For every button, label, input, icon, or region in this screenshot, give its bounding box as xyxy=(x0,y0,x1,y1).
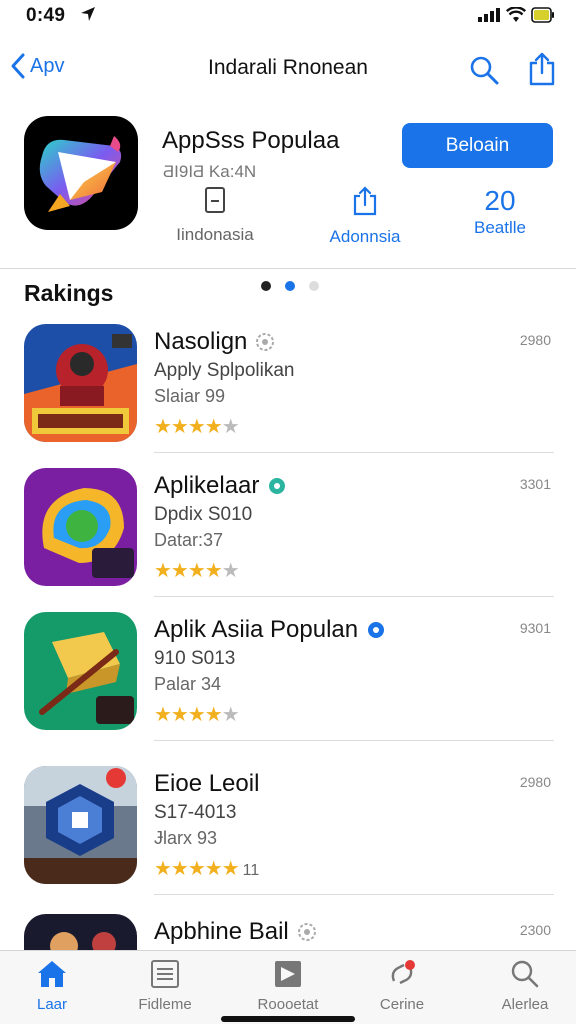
share-icon xyxy=(353,186,377,216)
get-button[interactable]: Beloain xyxy=(402,123,553,168)
tab-label: Roooetat xyxy=(257,996,319,1013)
navigation-bar: Apv Indarali Rnonean xyxy=(0,44,576,94)
tab-media[interactable]: Roooetat xyxy=(238,959,338,1013)
tab-home[interactable]: Laar xyxy=(2,959,102,1013)
cube-thumbnail-icon xyxy=(24,766,137,884)
meta-share-label: Adonnsia xyxy=(329,227,401,246)
row-divider xyxy=(154,452,554,453)
wifi-icon xyxy=(506,7,526,22)
star-rating: ★★★★★ xyxy=(154,704,240,726)
list-item-number: 2300 xyxy=(519,922,551,938)
page-dot[interactable] xyxy=(261,281,271,291)
home-indicator[interactable] xyxy=(221,1016,355,1022)
list-item-title: Apbhine Bail xyxy=(154,918,289,945)
tab-label: Fidleme xyxy=(138,996,192,1013)
list-item-title: Eioe Leoil xyxy=(154,770,260,797)
tab-list[interactable]: Fidleme xyxy=(115,959,215,1013)
list-item-title: Aplikelaar xyxy=(154,472,260,499)
app-name: AppSss Populaa xyxy=(162,127,340,154)
star-rating: ★★★★★ 11 xyxy=(154,858,260,880)
search-icon[interactable] xyxy=(468,54,500,86)
meta-count-value: 20 xyxy=(484,185,516,216)
section-title: Rakings xyxy=(24,280,114,306)
meta-share[interactable]: Adonnsia xyxy=(300,186,430,247)
app-subtitle: ƋI9IƋ Ka:4N xyxy=(163,162,257,181)
row-divider xyxy=(154,740,554,741)
tab-search[interactable]: Alerlea xyxy=(475,959,575,1013)
list-item-detail: Ɉlarx 93 xyxy=(154,828,218,848)
tab-sync[interactable]: Cerine xyxy=(352,959,452,1013)
app-thumbnail xyxy=(24,324,137,442)
app-icon xyxy=(24,116,138,230)
status-time: 0:49 xyxy=(26,5,66,26)
divider xyxy=(0,268,576,269)
media-icon xyxy=(275,961,301,987)
gear-badge-icon xyxy=(297,923,316,941)
tab-label: Cerine xyxy=(379,996,425,1013)
tab-label: Alerlea xyxy=(501,996,549,1013)
tab-label: Laar xyxy=(36,996,68,1013)
meta-count: 20 Beatlle xyxy=(440,186,560,238)
list-item-detail: Datar:37 xyxy=(154,530,224,550)
meta-region: Iindonasia xyxy=(150,186,280,245)
rating-count: 11 xyxy=(242,862,260,879)
cellular-signal-icon xyxy=(478,8,500,22)
star-rating: ★★★★★ xyxy=(154,560,240,582)
app-thumbnail xyxy=(24,612,137,730)
list-item-title: Aplik Asiia Populan xyxy=(154,616,359,643)
gear-badge-icon xyxy=(256,333,275,351)
page-dots[interactable] xyxy=(261,281,319,291)
app-thumbnail xyxy=(24,468,137,586)
list-item-number: 2980 xyxy=(519,774,551,790)
list-item-name: Aplikelaar xyxy=(154,472,287,500)
list-item[interactable]: Aplikelaar Dpdix S010 Datar:37 ★★★★★ 330… xyxy=(0,468,576,608)
home-icon xyxy=(38,961,66,987)
search-icon xyxy=(511,960,539,988)
sync-icon xyxy=(391,960,415,985)
list-icon xyxy=(151,960,179,988)
pen-thumbnail-icon xyxy=(24,612,137,730)
share-icon[interactable] xyxy=(527,52,557,86)
list-item[interactable]: Eioe Leoil S17-4013 Ɉlarx 93 ★★★★★ 11 298… xyxy=(0,766,576,906)
location-arrow-icon xyxy=(81,7,95,21)
meta-count-label: Beatlle xyxy=(474,218,526,237)
status-bar: 0:49 xyxy=(0,0,576,34)
list-item-subtitle: 910 S013 xyxy=(154,648,236,669)
list-item-subtitle: S17-4013 xyxy=(154,802,237,823)
star-rating: ★★★★★ xyxy=(154,416,240,438)
list-item-subtitle: Dpdix S010 xyxy=(154,504,253,525)
list-item-name: Apbhine Bail xyxy=(154,918,317,946)
list-item-number: 9301 xyxy=(519,620,551,636)
page-dot[interactable] xyxy=(285,281,295,291)
verified-badge-icon xyxy=(269,478,286,494)
swirl-thumbnail-icon xyxy=(24,468,137,586)
app-logo-icon xyxy=(39,136,122,212)
list-item-number: 2980 xyxy=(519,332,551,348)
list-item-subtitle: Apply Splpolikan xyxy=(154,360,295,381)
verified-badge-icon xyxy=(368,622,385,638)
list-item-name: Aplik Asiia Populan xyxy=(154,616,386,644)
list-item-number: 3301 xyxy=(519,476,551,492)
device-icon xyxy=(205,187,225,213)
battery-icon xyxy=(531,7,554,23)
list-item-title: Nasolign xyxy=(154,328,248,355)
row-divider xyxy=(154,596,554,597)
list-item[interactable]: Aplik Asiia Populan 910 S013 Palar 34 ★★… xyxy=(0,612,576,752)
list-item-detail: Slaiar 99 xyxy=(154,386,226,406)
list-item-name: Nasolign xyxy=(154,328,275,356)
app-thumbnail xyxy=(24,766,137,884)
tab-bar: Laar Fidleme Roooetat Cerine Alerlea xyxy=(0,950,576,1024)
row-divider xyxy=(154,894,554,895)
page-dot[interactable] xyxy=(309,281,319,291)
list-item-name: Eioe Leoil xyxy=(154,770,259,798)
list-item-detail: Palar 34 xyxy=(154,674,222,694)
meta-region-label: Iindonasia xyxy=(176,225,254,244)
list-item[interactable]: Nasolign Apply Splpolikan Slaiar 99 ★★★★… xyxy=(0,324,576,464)
game-thumbnail-icon xyxy=(24,324,137,442)
